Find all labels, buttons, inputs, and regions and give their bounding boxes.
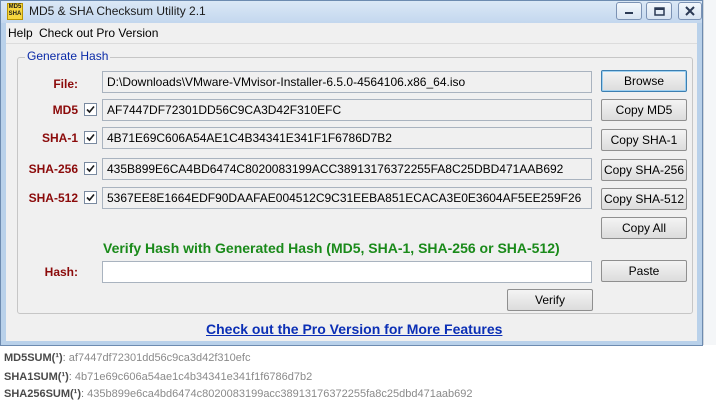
verify-heading: Verify Hash with Generated Hash (MD5, SH… [103, 240, 560, 256]
copy-md5-button[interactable]: Copy MD5 [601, 99, 687, 121]
hash-label: Hash: [44, 265, 78, 279]
close-icon [685, 6, 695, 16]
title-bar[interactable]: MD5 SHA MD5 & SHA Checksum Utility 2.1 [1, 1, 702, 23]
app-icon: MD5 SHA [7, 3, 23, 20]
checkmark-icon [86, 105, 95, 114]
copy-sha1-button[interactable]: Copy SHA-1 [601, 129, 687, 151]
pro-version-link[interactable]: Check out the Pro Version for More Featu… [206, 321, 502, 337]
hash-input[interactable] [102, 261, 592, 283]
checkmark-icon [86, 193, 95, 202]
menu-check-out-pro[interactable]: Check out Pro Version [39, 26, 158, 40]
md5-value-field[interactable]: AF7447DF72301DD56C9CA3D42F310EFC [102, 99, 592, 121]
background-md5-line: MD5SUM(¹): af7447df72301dd56c9ca3d42f310… [4, 352, 251, 364]
sha512-label: SHA-512 [28, 191, 78, 205]
copy-sha512-button[interactable]: Copy SHA-512 [601, 188, 687, 210]
sha256-value-field[interactable]: 435B899E6CA4BD6474C8020083199ACC38913176… [102, 158, 592, 180]
copy-sha256-button[interactable]: Copy SHA-256 [601, 159, 687, 181]
background-sha256-value: 435b899e6ca4bd6474c8020083199acc38913176… [87, 388, 473, 400]
maximize-icon [653, 6, 665, 16]
background-md5-value: af7447df72301dd56c9ca3d42f310efc [68, 352, 251, 364]
checkmark-icon [86, 164, 95, 173]
sha512-checkbox[interactable] [84, 191, 97, 204]
background-sha1-value: 4b71e69c606a54ae1c4b34341e341f1f6786d7b2 [74, 371, 313, 383]
background-md5-key: MD5SUM(¹) [4, 352, 63, 364]
sha1-value-field[interactable]: 4B71E69C606A54AE1C4B34341E341F1F6786D7B2 [102, 127, 592, 149]
md5-checkbox[interactable] [84, 103, 97, 116]
menu-bar: Help Check out Pro Version [6, 23, 697, 44]
sha1-checkbox[interactable] [84, 131, 97, 144]
paste-button[interactable]: Paste [601, 260, 687, 282]
copy-all-button[interactable]: Copy All [601, 217, 687, 239]
sha512-value-field[interactable]: 5367EE8E1664EDF90DAAFAE004512C9C31EEBA85… [102, 187, 592, 209]
menu-help[interactable]: Help [8, 26, 33, 40]
close-button[interactable] [678, 2, 702, 20]
app-window: MD5 SHA MD5 & SHA Checksum Utility 2.1 H… [0, 0, 703, 346]
background-page-edge [703, 0, 716, 345]
sha256-checkbox[interactable] [84, 162, 97, 175]
background-sha1-key: SHA1SUM(¹) [4, 371, 69, 383]
generate-hash-title: Generate Hash [25, 49, 111, 63]
minimize-icon [625, 12, 633, 14]
verify-button[interactable]: Verify [507, 289, 593, 311]
background-sha1-line: SHA1SUM(¹): 4b71e69c606a54ae1c4b34341e34… [4, 371, 313, 383]
maximize-button[interactable] [646, 2, 672, 20]
window-title: MD5 & SHA Checksum Utility 2.1 [29, 4, 206, 18]
background-checksum-list: MD5SUM(¹): af7447df72301dd56c9ca3d42f310… [0, 346, 716, 403]
client-area: Help Check out Pro Version Generate Hash… [6, 23, 697, 341]
md5-label: MD5 [52, 103, 78, 117]
background-sha256-key: SHA256SUM(¹) [4, 388, 82, 400]
browse-button[interactable]: Browse [601, 70, 687, 92]
checkmark-icon [86, 133, 95, 142]
sha256-label: SHA-256 [28, 162, 78, 176]
background-sha256-line: SHA256SUM(¹): 435b899e6ca4bd6474c8020083… [4, 388, 473, 400]
file-path-field[interactable]: D:\Downloads\VMware-VMvisor-Installer-6.… [102, 71, 592, 93]
file-label: File: [53, 77, 78, 91]
sha1-label: SHA-1 [41, 131, 78, 145]
minimize-button[interactable] [616, 2, 642, 20]
